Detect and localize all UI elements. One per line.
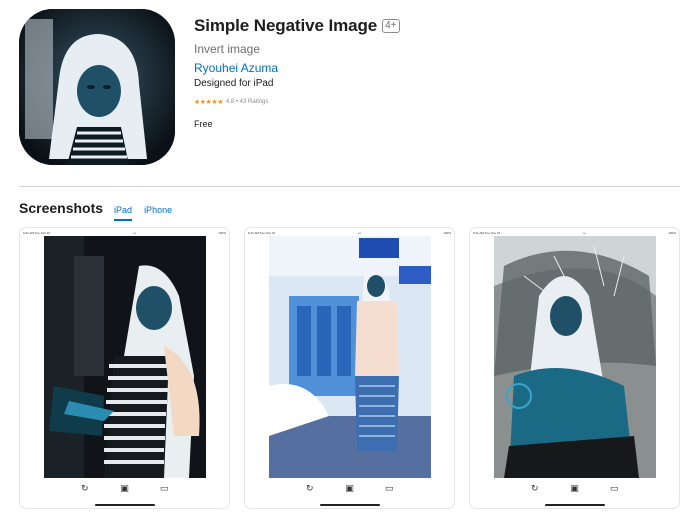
status-battery: 100%	[443, 231, 451, 235]
rotate-icon[interactable]: ↻	[79, 482, 91, 494]
status-center: •••	[357, 231, 361, 235]
screenshot-3[interactable]: 9:41 AM Tue Nov 16 ••• 100% ↻ ▣ ▭	[469, 227, 680, 509]
negative-photo-2	[269, 236, 431, 478]
rating-text: 4.8 • 43 Ratings	[225, 99, 269, 105]
status-battery: 100%	[668, 231, 676, 235]
status-time: 9:41 AM Tue Nov 16	[473, 231, 501, 235]
folder-icon[interactable]: ▭	[158, 482, 170, 494]
screenshot-1[interactable]: 9:41 AM Tue Nov 16 ••• 100% ↻ ▣ ▭	[19, 227, 230, 509]
save-icon[interactable]: ▣	[343, 482, 355, 494]
star-rating-icon: ★★★★★	[194, 99, 223, 106]
screenshots-header: Screenshots iPad iPhone	[19, 200, 172, 221]
rotate-icon[interactable]: ↻	[529, 482, 541, 494]
title-row: Simple Negative Image 4+	[194, 16, 400, 36]
home-indicator	[545, 504, 605, 506]
rating-row: ★★★★★ 4.8 • 43 Ratings	[194, 98, 400, 106]
status-time: 9:41 AM Tue Nov 16	[23, 231, 51, 235]
status-time: 9:41 AM Tue Nov 16	[248, 231, 276, 235]
developer-link[interactable]: Ryouhei Azuma	[194, 61, 400, 75]
app-info: Simple Negative Image 4+ Invert image Ry…	[194, 16, 400, 129]
home-indicator	[95, 504, 155, 506]
negative-photo-3	[494, 236, 656, 478]
folder-icon[interactable]: ▭	[608, 482, 620, 494]
save-icon[interactable]: ▣	[568, 482, 580, 494]
status-center: •••	[582, 231, 586, 235]
status-center: •••	[132, 231, 136, 235]
price-label: Free	[194, 119, 213, 129]
app-icon	[19, 9, 175, 165]
designed-for-label: Designed for iPad	[194, 78, 274, 89]
toolbar: ↻ ▣ ▭	[20, 482, 229, 494]
save-icon[interactable]: ▣	[118, 482, 130, 494]
app-subtitle: Invert image	[194, 42, 261, 56]
screenshots-title: Screenshots	[19, 200, 104, 216]
rotate-icon[interactable]: ↻	[304, 482, 316, 494]
toolbar: ↻ ▣ ▭	[245, 482, 454, 494]
screenshot-2[interactable]: 9:41 AM Tue Nov 16 ••• 100% ↻ ▣ ▭	[244, 227, 455, 509]
tab-iphone[interactable]: iPhone	[144, 205, 172, 219]
app-title: Simple Negative Image	[194, 16, 378, 35]
age-rating-badge: 4+	[382, 19, 400, 33]
tab-ipad[interactable]: iPad	[114, 205, 133, 221]
folder-icon[interactable]: ▭	[383, 482, 395, 494]
section-divider	[19, 186, 680, 187]
home-indicator	[320, 504, 380, 506]
status-battery: 100%	[218, 231, 226, 235]
toolbar: ↻ ▣ ▭	[470, 482, 679, 494]
negative-photo-1	[44, 236, 206, 478]
